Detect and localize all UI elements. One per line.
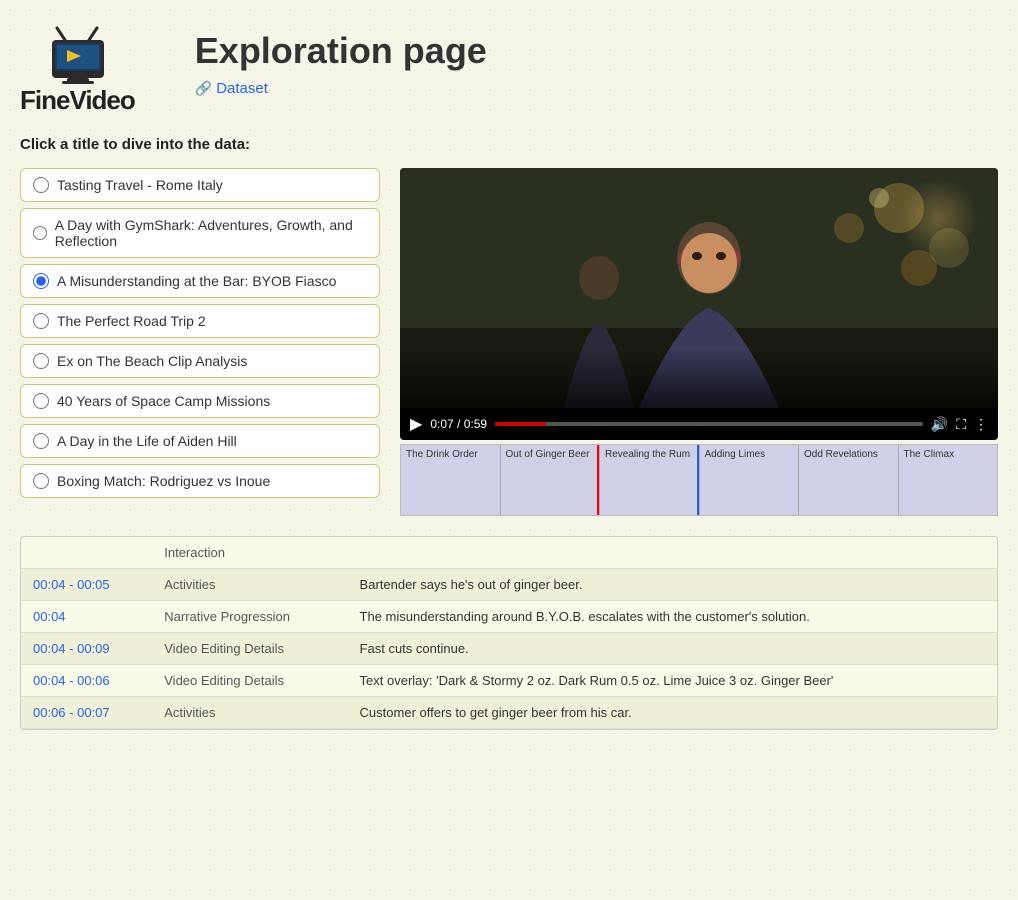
logo-container: FineVideo — [20, 20, 135, 116]
instruction-text: Click a title to dive into the data: — [20, 136, 998, 153]
table-row: 00:04 - 00:09 Video Editing Details Fast… — [21, 633, 997, 665]
table-cell-category: Interaction — [152, 537, 347, 569]
time-total: 0:59 — [464, 417, 487, 431]
segment-label: The Climax — [904, 449, 955, 460]
red-marker — [597, 445, 599, 515]
table-cell-desc: Bartender says he's out of ginger beer. — [348, 569, 997, 601]
progress-fill — [495, 422, 546, 426]
list-item[interactable]: 40 Years of Space Camp Missions — [20, 384, 380, 418]
label-item8[interactable]: Boxing Match: Rodriguez vs Inoue — [57, 473, 270, 489]
more-button[interactable]: ⋮ — [974, 416, 988, 433]
time-separator: / — [457, 417, 464, 431]
logo-text: FineVideo — [20, 85, 135, 116]
label-item4[interactable]: The Perfect Road Trip 2 — [57, 313, 206, 329]
time-display: 0:07 / 0:59 — [430, 417, 487, 431]
segment-odd-revelations[interactable]: Odd Revelations — [799, 445, 899, 515]
segment-label: Out of Ginger Beer — [506, 449, 590, 460]
segment-bar: The Drink Order Out of Ginger Beer Revea… — [400, 444, 998, 516]
table-cell-desc: Fast cuts continue. — [348, 633, 997, 665]
radio-item8[interactable] — [33, 473, 49, 489]
header: FineVideo Exploration page 🔗 Dataset — [20, 20, 998, 116]
main-content: Tasting Travel - Rome Italy A Day with G… — [20, 168, 998, 516]
table-cell-time[interactable]: 00:04 — [21, 601, 152, 633]
table-cell-desc — [348, 537, 997, 569]
radio-item6[interactable] — [33, 393, 49, 409]
label-item3[interactable]: A Misunderstanding at the Bar: BYOB Fias… — [57, 273, 336, 289]
table-row-partial: Interaction — [21, 537, 997, 569]
dataset-label: Dataset — [216, 80, 268, 97]
table-row: 00:04 Narrative Progression The misunder… — [21, 601, 997, 633]
list-item[interactable]: Ex on The Beach Clip Analysis — [20, 344, 380, 378]
page-container: FineVideo Exploration page 🔗 Dataset Cli… — [0, 0, 1018, 750]
segment-label: Adding Limes — [705, 449, 766, 460]
label-item7[interactable]: A Day in the Life of Aiden Hill — [57, 433, 237, 449]
video-container: ▶ 0:07 / 0:59 🔊 ⛶ ⋮ — [400, 168, 998, 440]
radio-item3[interactable] — [33, 273, 49, 289]
table-cell-time[interactable]: 00:04 - 00:05 — [21, 569, 152, 601]
list-item[interactable]: A Day with GymShark: Adventures, Growth,… — [20, 208, 380, 258]
list-item-selected[interactable]: A Misunderstanding at the Bar: BYOB Fias… — [20, 264, 380, 298]
table-cell-time[interactable]: 00:04 - 00:06 — [21, 665, 152, 697]
data-table: Interaction 00:04 - 00:05 Activities Bar… — [21, 537, 997, 729]
radio-item1[interactable] — [33, 177, 49, 193]
table-cell-category: Activities — [152, 569, 347, 601]
table-row: 00:04 - 00:05 Activities Bartender says … — [21, 569, 997, 601]
link-icon: 🔗 — [195, 80, 212, 97]
label-item2[interactable]: A Day with GymShark: Adventures, Growth,… — [55, 217, 367, 249]
segment-adding-limes[interactable]: Adding Limes — [700, 445, 800, 515]
label-item5[interactable]: Ex on The Beach Clip Analysis — [57, 353, 247, 369]
list-item[interactable]: Boxing Match: Rodriguez vs Inoue — [20, 464, 380, 498]
table-cell-category: Activities — [152, 697, 347, 729]
progress-bar[interactable] — [495, 422, 923, 426]
segment-label: Odd Revelations — [804, 449, 878, 460]
table-cell-desc: Text overlay: 'Dark & Stormy 2 oz. Dark … — [348, 665, 997, 697]
table-row: 00:06 - 00:07 Activities Customer offers… — [21, 697, 997, 729]
list-item[interactable]: Tasting Travel - Rome Italy — [20, 168, 380, 202]
table-cell-category: Video Editing Details — [152, 633, 347, 665]
logo-icon — [37, 20, 117, 85]
table-row: 00:04 - 00:06 Video Editing Details Text… — [21, 665, 997, 697]
volume-button[interactable]: 🔊 — [931, 416, 948, 433]
segment-ginger-beer[interactable]: Out of Ginger Beer — [501, 445, 601, 515]
segment-label: Revealing the Rum — [605, 449, 690, 460]
page-title: Exploration page — [195, 30, 487, 72]
fullscreen-button[interactable]: ⛶ — [956, 416, 966, 433]
video-list: Tasting Travel - Rome Italy A Day with G… — [20, 168, 380, 498]
time-current: 0:07 — [430, 417, 453, 431]
radio-item2[interactable] — [33, 225, 47, 241]
segment-climax[interactable]: The Climax — [899, 445, 998, 515]
blue-marker — [697, 445, 699, 515]
dataset-link[interactable]: 🔗 Dataset — [195, 80, 487, 97]
radio-item5[interactable] — [33, 353, 49, 369]
video-thumbnail — [400, 168, 998, 408]
label-item6[interactable]: 40 Years of Space Camp Missions — [57, 393, 270, 409]
video-bg-lights — [898, 178, 978, 258]
table-cell-category: Narrative Progression — [152, 601, 347, 633]
segment-revealing-rum[interactable]: Revealing the Rum — [600, 445, 700, 515]
left-panel: Tasting Travel - Rome Italy A Day with G… — [20, 168, 380, 516]
table-cell-time[interactable]: 00:04 - 00:09 — [21, 633, 152, 665]
label-item1[interactable]: Tasting Travel - Rome Italy — [57, 177, 223, 193]
play-button[interactable]: ▶ — [410, 414, 422, 434]
table-cell-time — [21, 537, 152, 569]
list-item[interactable]: A Day in the Life of Aiden Hill — [20, 424, 380, 458]
table-cell-desc: Customer offers to get ginger beer from … — [348, 697, 997, 729]
right-panel: ▶ 0:07 / 0:59 🔊 ⛶ ⋮ The — [400, 168, 998, 516]
radio-item7[interactable] — [33, 433, 49, 449]
table-cell-time[interactable]: 00:06 - 00:07 — [21, 697, 152, 729]
title-area: Exploration page 🔗 Dataset — [195, 20, 487, 97]
segment-label: The Drink Order — [406, 449, 478, 460]
data-table-container: Interaction 00:04 - 00:05 Activities Bar… — [20, 536, 998, 730]
table-cell-category: Video Editing Details — [152, 665, 347, 697]
table-cell-desc: The misunderstanding around B.Y.O.B. esc… — [348, 601, 997, 633]
segment-drink-order[interactable]: The Drink Order — [401, 445, 501, 515]
radio-item4[interactable] — [33, 313, 49, 329]
list-item[interactable]: The Perfect Road Trip 2 — [20, 304, 380, 338]
video-controls: ▶ 0:07 / 0:59 🔊 ⛶ ⋮ — [400, 408, 998, 440]
